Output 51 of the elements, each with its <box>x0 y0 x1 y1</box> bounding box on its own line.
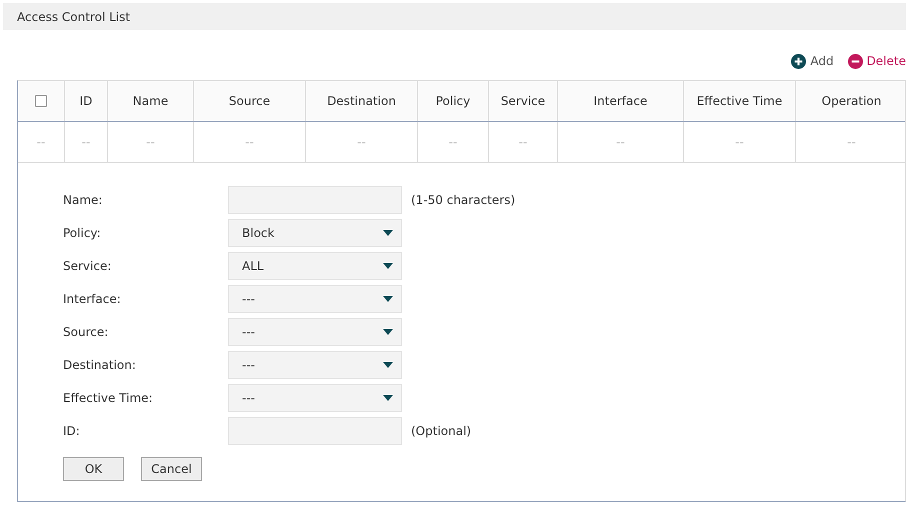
column-header: Interface <box>558 81 684 121</box>
input-field[interactable] <box>228 186 402 214</box>
caret-icon <box>383 362 393 368</box>
field-hint: (Optional) <box>411 424 472 438</box>
table-cell-text: -- <box>846 134 857 151</box>
ok-button[interactable]: OK <box>63 457 124 481</box>
dropdown[interactable]: --- <box>228 284 402 312</box>
caret-icon <box>383 262 393 268</box>
column-header: Destination <box>306 81 418 121</box>
plus-icon <box>791 54 806 68</box>
table-cell: -- <box>65 122 108 162</box>
field-label: Source: <box>63 324 110 338</box>
column-header: Source <box>194 81 306 121</box>
cancel-button[interactable]: Cancel <box>141 457 202 481</box>
dropdown[interactable]: --- <box>228 318 402 346</box>
field-label: Destination: <box>63 358 137 372</box>
field-label: Interface: <box>63 292 122 306</box>
dropdown[interactable]: ALL <box>228 252 402 280</box>
section-title: Access Control List <box>17 10 130 24</box>
field-label: Policy: <box>63 226 102 240</box>
table-cell: -- <box>418 122 489 162</box>
field-label: Effective Time: <box>63 390 154 404</box>
table-cell: -- <box>684 122 796 162</box>
caret-icon <box>383 296 393 302</box>
select-all-checkbox[interactable] <box>35 95 47 107</box>
field-label: Name: <box>63 192 104 206</box>
delete-link[interactable]: Delete <box>848 54 906 68</box>
column-header: Service <box>489 81 558 121</box>
input-field[interactable] <box>228 416 402 444</box>
column-header: ID <box>65 81 108 121</box>
column-header: Name <box>108 81 194 121</box>
table-cell: -- <box>194 122 306 162</box>
dropdown[interactable]: Block <box>228 218 402 246</box>
table-cell: -- <box>489 122 558 162</box>
caret-icon <box>383 394 393 400</box>
caret-icon <box>383 230 393 236</box>
table-cell: -- <box>558 122 684 162</box>
column-header: Effective Time <box>684 81 796 121</box>
table-cell: -- <box>108 122 194 162</box>
column-header: Policy <box>418 81 489 121</box>
dropdown[interactable]: --- <box>228 384 402 412</box>
field-label: ID: <box>63 424 81 438</box>
column-header: Operation <box>820 93 882 110</box>
table-cell: -- <box>18 122 65 162</box>
caret-icon <box>383 328 393 334</box>
table-cell: -- <box>306 122 418 162</box>
field-label: Service: <box>63 258 112 272</box>
minus-icon <box>848 54 863 68</box>
add-link[interactable]: Add <box>791 54 834 68</box>
dropdown[interactable]: --- <box>228 350 402 378</box>
field-hint: (1-50 characters) <box>411 192 516 206</box>
